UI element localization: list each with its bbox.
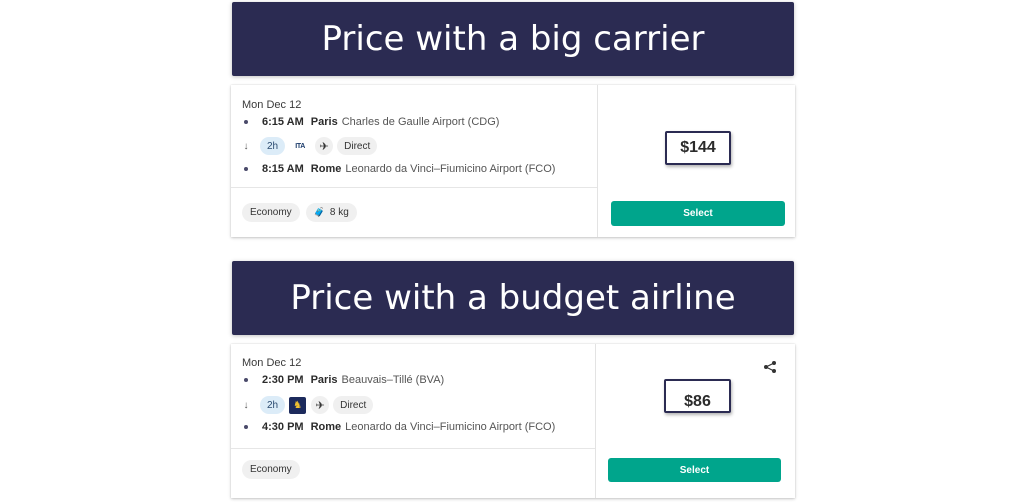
plane-icon: ✈ [311, 396, 330, 414]
price: $86 [684, 393, 711, 410]
select-button-label: Select [683, 208, 713, 219]
arrow-down-icon: ↓ [243, 140, 249, 152]
select-button[interactable]: Select [608, 458, 781, 482]
airline-logo: ITA [295, 142, 306, 150]
baggage-icon: 🧳 [313, 207, 325, 217]
departure-city: Paris [310, 374, 338, 386]
banner-title: Price with a big carrier [321, 19, 705, 59]
flight-date: Mon Dec 12 [242, 99, 302, 111]
arrival-time: 4:30 PM [262, 421, 304, 433]
flight-date: Mon Dec 12 [242, 357, 302, 369]
departure-dot-icon [244, 120, 248, 124]
departure-time: 6:15 AM [262, 116, 304, 128]
select-button-label: Select [679, 464, 710, 476]
arrival-row: 8:15 AM Rome Leonardo da Vinci–Fiumicino… [242, 163, 555, 175]
flight-details: Mon Dec 12 2:30 PM Paris Beauvais–Tillé … [231, 344, 596, 498]
arrival-dot-icon [244, 167, 248, 171]
cabin-tag: Economy [242, 460, 300, 479]
baggage-tag: 🧳 8 kg [305, 203, 357, 222]
arrival-row: 4:30 PM Rome Leonardo da Vinci–Fiumicino… [242, 421, 555, 433]
arrow-down-icon: ↓ [243, 399, 249, 411]
arrival-city: Rome [310, 421, 342, 433]
price-panel: $144 Select [599, 85, 795, 237]
departure-row: 2:30 PM Paris Beauvais–Tillé (BVA) [242, 374, 444, 386]
price-highlight: $86 [664, 379, 731, 413]
divider [231, 187, 597, 188]
departure-time: 2:30 PM [262, 374, 304, 386]
price-highlight: $144 [665, 131, 731, 165]
flight-info-row: ↓ 2h ITA ✈ Direct [242, 137, 381, 155]
cabin-tag: Economy [242, 203, 300, 222]
arrival-airport: Leonardo da Vinci–Fiumicino Airport (FCO… [345, 163, 556, 175]
duration-pill: 2h [260, 396, 286, 414]
arrival-airport: Leonardo da Vinci–Fiumicino Airport (FCO… [345, 421, 556, 433]
airline-logo-icon: ♞ [289, 396, 307, 414]
stops-pill: Direct [337, 137, 378, 155]
price: $144 [680, 139, 716, 156]
arrival-time: 8:15 AM [262, 163, 304, 175]
departure-airport: Charles de Gaulle Airport (CDG) [341, 116, 500, 128]
banner-title: Price with a budget airline [290, 278, 736, 318]
fare-tags: Economy 🧳 8 kg [242, 203, 363, 222]
fare-tags: Economy [242, 460, 306, 479]
arrival-city: Rome [310, 163, 342, 175]
departure-row: 6:15 AM Paris Charles de Gaulle Airport … [242, 116, 499, 128]
duration-pill: 2h [260, 137, 286, 155]
divider [231, 448, 595, 449]
flight-card-big-carrier: Mon Dec 12 6:15 AM Paris Charles de Gaul… [231, 85, 795, 237]
share-icon[interactable] [763, 360, 777, 374]
departure-dot-icon [244, 378, 248, 382]
price-panel: $86 Select [597, 344, 795, 498]
plane-icon: ✈ [315, 137, 334, 155]
arrival-dot-icon [244, 425, 248, 429]
flight-card-budget-airline: Mon Dec 12 2:30 PM Paris Beauvais–Tillé … [231, 344, 795, 498]
banner-big-carrier: Price with a big carrier [232, 2, 794, 76]
banner-budget-airline: Price with a budget airline [232, 261, 794, 335]
select-button[interactable]: Select [611, 201, 785, 226]
flight-details: Mon Dec 12 6:15 AM Paris Charles de Gaul… [231, 85, 598, 237]
stops-pill: Direct [333, 396, 374, 414]
flight-info-row: ↓ 2h ♞ ✈ Direct [242, 396, 377, 414]
departure-airport: Beauvais–Tillé (BVA) [341, 374, 445, 386]
departure-city: Paris [310, 116, 338, 128]
baggage-weight: 8 kg [329, 207, 349, 218]
